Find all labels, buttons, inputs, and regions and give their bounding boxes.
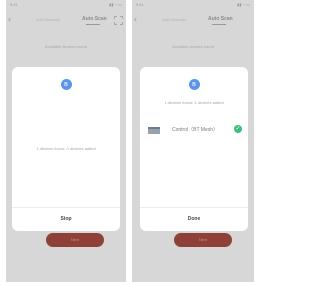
- back-arrow-icon[interactable]: ‹: [134, 14, 137, 24]
- scan-dialog: ʙ 1 devices found, 1 devices added Contr…: [140, 67, 248, 231]
- tab-auto-scan[interactable]: Auto Scan: [208, 16, 233, 22]
- bluetooth-icon: ʙ: [188, 79, 200, 90]
- scan-status-text: 1 devices found, 0 devices added: [36, 146, 96, 151]
- scan-dialog: ʙ 1 devices found, 0 devices added Stop: [12, 67, 120, 231]
- device-name: Control（BT Mesh）: [172, 127, 219, 133]
- device-list-item[interactable]: Control（BT Mesh） ✓: [148, 123, 244, 137]
- done-button[interactable]: Done: [140, 208, 248, 231]
- device-icon: [148, 127, 160, 134]
- scan-status-text: 1 devices found, 1 devices added: [164, 100, 224, 105]
- next-button[interactable]: Next: [46, 233, 104, 247]
- found-banner: Available devices found: [172, 44, 214, 49]
- status-time: 9:41: [10, 2, 18, 7]
- scan-icon[interactable]: [114, 16, 123, 25]
- status-bar: 9:41 ▮▮ ◔ ▭: [132, 0, 254, 10]
- tab-add-manually[interactable]: Add Manually: [36, 17, 60, 22]
- back-arrow-icon[interactable]: ‹: [8, 14, 11, 24]
- next-button[interactable]: Next: [174, 233, 232, 247]
- status-icons: ▮▮ ◔ ▭: [109, 2, 122, 7]
- check-icon: ✓: [234, 125, 242, 133]
- status-icons: ▮▮ ◔ ▭: [237, 2, 250, 7]
- phone-screen-scanning: 9:41 ▮▮ ◔ ▭ ‹ Add Manually Auto Scan Ava…: [6, 0, 126, 282]
- found-banner: Available devices found: [45, 44, 87, 49]
- status-time: 9:41: [136, 2, 144, 7]
- tab-auto-scan[interactable]: Auto Scan: [82, 16, 107, 22]
- tab-active-indicator: [212, 24, 226, 25]
- phone-screen-done: 9:41 ▮▮ ◔ ▭ ‹ Add Manually Auto Scan Ava…: [132, 0, 254, 282]
- stop-button[interactable]: Stop: [12, 208, 120, 231]
- status-bar: 9:41 ▮▮ ◔ ▭: [6, 0, 126, 10]
- nav-bar: ‹ Add Manually Auto Scan: [6, 12, 126, 28]
- nav-bar: ‹ Add Manually Auto Scan: [132, 12, 254, 28]
- tab-add-manually[interactable]: Add Manually: [162, 17, 186, 22]
- bluetooth-icon: ʙ: [60, 79, 72, 90]
- tab-active-indicator: [86, 24, 100, 25]
